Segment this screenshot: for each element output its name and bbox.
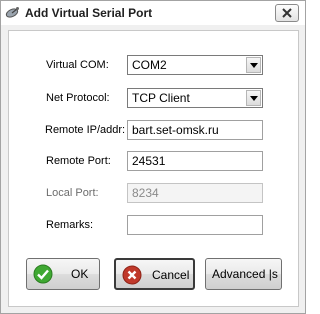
dialog-body: Virtual COM: COM2 Net Protocol: TCP Clie… <box>8 30 299 307</box>
net-protocol-select[interactable]: TCP Client <box>127 88 263 108</box>
close-button[interactable] <box>275 4 299 22</box>
remote-port-label: Remote Port: <box>46 155 111 167</box>
cancel-label: Cancel <box>152 268 190 282</box>
window-title: Add Virtual Serial Port <box>25 6 153 20</box>
title-bar[interactable]: Add Virtual Serial Port <box>1 1 305 25</box>
advanced-button[interactable]: Advanced |s <box>205 258 282 290</box>
check-circle-icon <box>33 264 53 287</box>
virtual-com-dropdown-button[interactable] <box>246 57 261 73</box>
chevron-down-icon <box>250 96 258 101</box>
close-icon <box>282 8 292 18</box>
virtual-com-label: Virtual COM: <box>46 59 109 71</box>
advanced-label: Advanced |s <box>212 267 278 281</box>
ok-label: OK <box>71 267 89 281</box>
chevron-down-icon <box>250 63 258 68</box>
local-port-label: Local Port: <box>46 187 99 199</box>
net-protocol-label: Net Protocol: <box>46 92 110 104</box>
satellite-dish-icon <box>5 6 21 20</box>
remarks-field[interactable] <box>127 215 263 235</box>
remarks-label: Remarks: <box>46 219 94 231</box>
remote-port-field[interactable] <box>127 151 263 171</box>
net-protocol-value: TCP Client <box>132 91 190 105</box>
remote-ip-field[interactable] <box>127 120 263 140</box>
net-protocol-dropdown-button[interactable] <box>246 90 261 106</box>
virtual-com-select[interactable]: COM2 <box>127 55 263 75</box>
dialog-window: Add Virtual Serial Port Virtual COM: COM… <box>0 0 306 314</box>
remote-ip-label: Remote IP/addr: <box>45 124 126 136</box>
cancel-button[interactable]: Cancel <box>114 258 195 290</box>
ok-button[interactable]: OK <box>26 258 100 290</box>
virtual-com-value: COM2 <box>132 58 167 72</box>
x-circle-icon <box>122 265 142 288</box>
local-port-field <box>127 183 263 203</box>
